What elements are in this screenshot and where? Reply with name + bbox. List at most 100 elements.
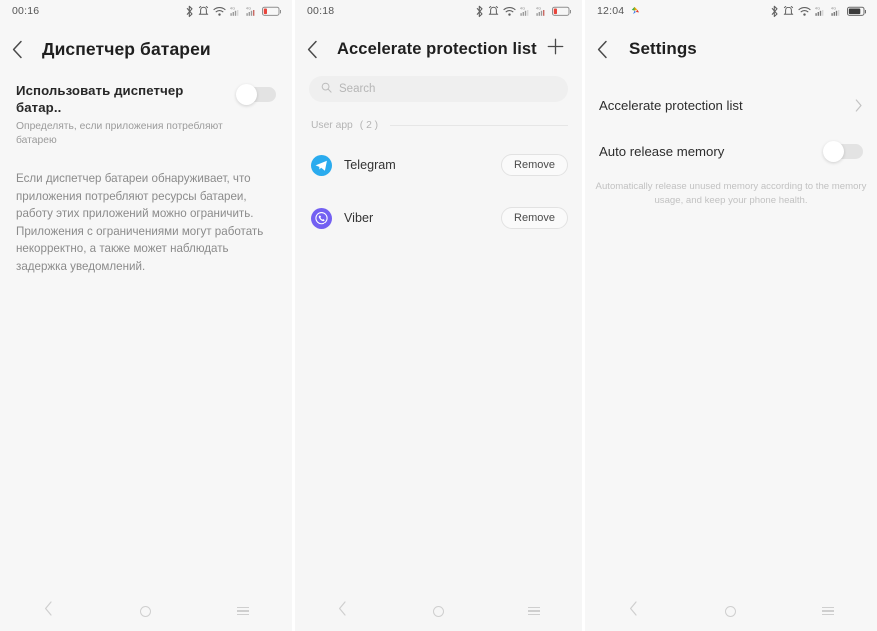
- search-placeholder: Search: [339, 83, 376, 95]
- screen-battery-manager: 00:16 4G 4G Диспетчер батареи Использова…: [0, 0, 292, 631]
- svg-text:4G: 4G: [520, 7, 525, 11]
- navigation-bar: [0, 591, 292, 631]
- page-title: Accelerate protection list: [337, 39, 537, 58]
- wifi-icon: [213, 6, 226, 17]
- remove-button[interactable]: Remove: [501, 207, 568, 229]
- screen-settings: 12:04 4G 4G Settings Accelerate protecti…: [585, 0, 877, 631]
- setting-title: Использовать диспетчер батар..: [16, 83, 184, 115]
- helper-text: Automatically release unused memory acco…: [595, 181, 867, 206]
- setting-subtitle: Определять, если приложения потребляют б…: [16, 121, 223, 146]
- toggle-knob: [823, 140, 844, 162]
- status-time: 00:16: [12, 5, 40, 17]
- app-bar: Accelerate protection list: [295, 28, 582, 70]
- settings-row-label: Auto release memory: [599, 143, 725, 159]
- search-input[interactable]: Search: [309, 76, 568, 102]
- alarm-icon: [488, 5, 499, 18]
- nav-back-button[interactable]: [26, 594, 72, 628]
- alarm-icon: [198, 5, 209, 18]
- add-app-button[interactable]: [542, 36, 568, 62]
- nav-home-icon: [140, 605, 152, 617]
- colorful-app-icon: [629, 6, 640, 17]
- list-item[interactable]: Telegram Remove: [295, 147, 582, 183]
- nav-back-icon: [629, 601, 638, 621]
- battery-manager-setting-row: Использовать диспетчер батар.. Определят…: [0, 70, 292, 158]
- bluetooth-icon: [475, 5, 484, 18]
- section-label: User app: [311, 120, 353, 131]
- chevron-right-icon: [851, 98, 863, 112]
- auto-release-memory-toggle[interactable]: [823, 140, 863, 162]
- nav-home-icon: [725, 605, 737, 617]
- svg-text:4G: 4G: [831, 7, 836, 11]
- battery-manager-toggle[interactable]: [236, 84, 276, 105]
- wifi-icon: [503, 6, 516, 17]
- back-button[interactable]: [12, 34, 34, 64]
- page-title: Settings: [629, 39, 697, 58]
- status-time: 00:18: [307, 5, 335, 17]
- nav-back-icon: [44, 601, 53, 621]
- bluetooth-icon: [185, 5, 194, 18]
- signal-1-icon: 4G: [520, 5, 532, 17]
- signal-1-icon: 4G: [815, 5, 827, 17]
- battery-full-icon: [847, 6, 867, 17]
- chevron-left-icon: [307, 40, 318, 59]
- status-icons: 4G 4G: [185, 5, 282, 18]
- navigation-bar: [585, 591, 877, 631]
- toggle-knob: [236, 84, 257, 105]
- status-icons: 4G 4G: [475, 5, 572, 18]
- status-time: 12:04: [597, 5, 625, 17]
- screenshot-root: 00:16 4G 4G Диспетчер батареи Использова…: [0, 0, 877, 631]
- chevron-left-icon: [12, 40, 23, 59]
- nav-home-button[interactable]: [123, 594, 169, 628]
- app-name: Viber: [344, 211, 374, 225]
- app-bar: Диспетчер батареи: [0, 28, 292, 70]
- back-button[interactable]: [597, 34, 619, 64]
- svg-text:4G: 4G: [536, 7, 541, 11]
- setting-texts: Использовать диспетчер батар.. Определят…: [16, 82, 236, 148]
- signal-2-icon: 4G: [831, 5, 843, 17]
- nav-back-button[interactable]: [611, 594, 657, 628]
- nav-back-button[interactable]: [320, 594, 366, 628]
- status-bar: 12:04 4G 4G: [585, 0, 877, 22]
- nav-back-icon: [338, 601, 347, 621]
- nav-home-button[interactable]: [708, 594, 754, 628]
- screen-accelerate-protection-list: 00:18 4G 4G Accelerate protection list S…: [292, 0, 585, 631]
- svg-text:4G: 4G: [230, 7, 235, 11]
- nav-home-button[interactable]: [415, 594, 461, 628]
- signal-2-icon: 4G: [246, 5, 258, 17]
- remove-button[interactable]: Remove: [501, 154, 568, 176]
- plus-icon: [547, 38, 564, 60]
- section-divider: [390, 125, 568, 126]
- nav-recents-button[interactable]: [220, 594, 266, 628]
- search-icon: [321, 80, 332, 98]
- settings-row-auto-release-memory: Auto release memory: [585, 136, 877, 166]
- nav-home-icon: [432, 605, 444, 617]
- status-icons: 4G 4G: [770, 5, 867, 18]
- page-title: Диспетчер батареи: [42, 38, 211, 59]
- status-bar: 00:16 4G 4G: [0, 0, 292, 22]
- nav-recents-icon: [237, 606, 250, 616]
- signal-1-icon: 4G: [230, 5, 242, 17]
- settings-row-label: Accelerate protection list: [599, 97, 743, 113]
- description-text: Если диспетчер батареи обнаруживает, что…: [16, 172, 264, 273]
- alarm-icon: [783, 5, 794, 18]
- wifi-icon: [798, 6, 811, 17]
- app-bar: Settings: [585, 28, 877, 70]
- battery-low-icon: [262, 6, 282, 17]
- svg-text:4G: 4G: [815, 7, 820, 11]
- back-button[interactable]: [307, 34, 329, 64]
- nav-recents-button[interactable]: [805, 594, 851, 628]
- section-header-user-app: User app ( 2 ): [295, 102, 582, 131]
- list-item[interactable]: Viber Remove: [295, 200, 582, 236]
- nav-recents-icon: [822, 606, 835, 616]
- nav-recents-button[interactable]: [511, 594, 557, 628]
- viber-icon: [311, 207, 332, 229]
- app-name: Telegram: [344, 158, 396, 172]
- settings-row-accelerate-protection-list[interactable]: Accelerate protection list: [585, 90, 877, 120]
- search-wrapper: Search: [295, 70, 582, 102]
- signal-2-icon: 4G: [536, 5, 548, 17]
- bluetooth-icon: [770, 5, 779, 18]
- svg-text:4G: 4G: [246, 7, 251, 11]
- chevron-left-icon: [597, 40, 608, 59]
- battery-low-icon: [552, 6, 572, 17]
- status-bar: 00:18 4G 4G: [295, 0, 582, 22]
